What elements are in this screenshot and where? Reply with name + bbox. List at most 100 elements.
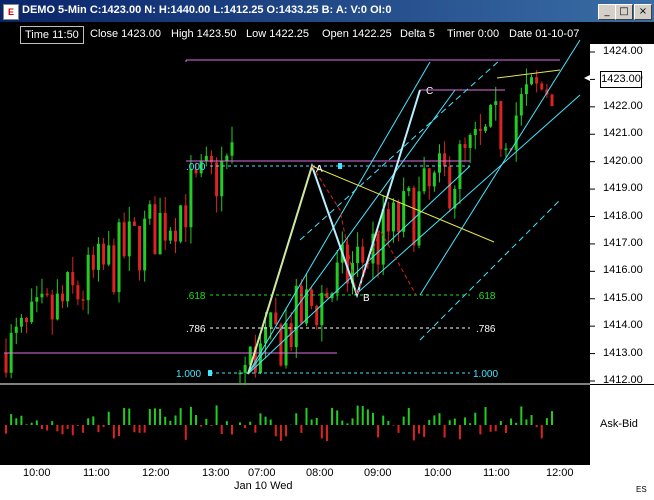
candle-body bbox=[243, 364, 247, 373]
candle-body bbox=[550, 94, 554, 107]
candle-body bbox=[391, 202, 395, 232]
candle-body bbox=[432, 172, 436, 187]
candle-body bbox=[86, 254, 90, 301]
candle-body bbox=[158, 212, 162, 255]
candle-body bbox=[19, 317, 23, 327]
ask-bid-bar bbox=[143, 425, 146, 433]
candle-body bbox=[448, 166, 452, 209]
candle-body bbox=[230, 142, 234, 156]
ask-bid-bar bbox=[474, 412, 477, 425]
time-tick-label: 12:00 bbox=[546, 467, 574, 479]
ask-bid-bar bbox=[361, 406, 364, 425]
red-dash-path bbox=[311, 165, 417, 297]
candle-body bbox=[215, 162, 219, 197]
candle-body bbox=[174, 230, 177, 242]
price-tick-label: 1421.00 bbox=[603, 127, 643, 140]
ask-bid-bar bbox=[545, 418, 548, 425]
ask-bid-bar bbox=[320, 425, 323, 439]
ask-bid-bar bbox=[412, 425, 415, 441]
price-tick-label: 1417.00 bbox=[603, 236, 643, 249]
ask-bid-bar bbox=[274, 425, 277, 437]
ask-bid-bar bbox=[392, 425, 395, 426]
ask-bid-bar bbox=[264, 416, 267, 425]
symbol-label: ES bbox=[636, 485, 647, 494]
ask-bid-bar bbox=[254, 425, 257, 433]
cyan-channel-line bbox=[247, 165, 471, 375]
candle-body bbox=[356, 246, 360, 264]
candle-body bbox=[168, 230, 172, 241]
ask-bid-bar bbox=[530, 415, 533, 425]
ask-bid-bar bbox=[458, 425, 461, 440]
ask-bid-bar bbox=[499, 421, 502, 425]
candle-body bbox=[96, 243, 100, 270]
candle-body bbox=[76, 285, 80, 300]
ask-bid-bar bbox=[169, 420, 172, 425]
candle-body bbox=[71, 272, 75, 286]
ask-bid-bar bbox=[315, 417, 318, 425]
ask-bid-bar bbox=[123, 408, 126, 425]
price-tick-label: 1419.00 bbox=[603, 182, 643, 195]
price-tick-label: 1412.00 bbox=[603, 374, 643, 386]
cyan-channel-line bbox=[419, 199, 561, 341]
candle-body bbox=[437, 153, 441, 173]
fib-618-left-label: .618 bbox=[186, 291, 206, 302]
ask-bid-bar bbox=[305, 407, 308, 425]
ask-bid-bar bbox=[66, 425, 69, 429]
candle-body bbox=[61, 293, 64, 302]
ask-bid-bar bbox=[382, 415, 385, 425]
candle-body bbox=[55, 293, 59, 320]
ask-bid-bar bbox=[148, 409, 151, 425]
candle-body bbox=[422, 168, 426, 192]
candle-body bbox=[4, 353, 8, 373]
candle-body bbox=[530, 77, 534, 85]
ask-bid-bar bbox=[107, 411, 110, 425]
price-tick-label: 1413.00 bbox=[603, 346, 643, 359]
chart-window: E DEMO 5-Min C:1423.00 N: H:1440.00 L:14… bbox=[0, 0, 654, 500]
fib-786-left-label: .786 bbox=[186, 324, 206, 335]
ask-bid-bar bbox=[128, 408, 131, 425]
ask-bid-bar bbox=[535, 425, 538, 428]
ask-bid-bar bbox=[489, 425, 492, 432]
ask-bid-bar bbox=[269, 419, 272, 425]
ask-bid-bar bbox=[484, 407, 487, 425]
ask-bid-bar bbox=[35, 420, 38, 425]
ask-bid-bar bbox=[341, 420, 344, 425]
ask-bid-bar bbox=[118, 425, 120, 437]
ask-bid-bar bbox=[244, 425, 247, 429]
ask-bid-bar bbox=[295, 413, 298, 425]
candle-body bbox=[463, 144, 467, 148]
ask-bid-bar bbox=[210, 425, 213, 426]
candle-body bbox=[325, 292, 329, 299]
label-a: A bbox=[316, 164, 323, 175]
ask-bid-bar bbox=[200, 425, 203, 427]
ask-bid-bar bbox=[443, 425, 446, 438]
ask-bid-bar bbox=[225, 421, 228, 425]
candle-body bbox=[117, 222, 121, 293]
time-tick-label: 10:00 bbox=[424, 467, 452, 479]
candle-body bbox=[427, 168, 431, 187]
ask-bid-bar bbox=[153, 408, 156, 425]
candle-body bbox=[402, 191, 406, 232]
ask-bid-bar bbox=[510, 418, 513, 425]
ask-bid-bar bbox=[387, 420, 390, 425]
ask-bid-bar bbox=[525, 419, 528, 425]
ask-bid-bar bbox=[469, 423, 472, 425]
ask-bid-bar bbox=[494, 425, 497, 432]
time-tick-label: 12:00 bbox=[142, 467, 170, 479]
ask-bid-bar bbox=[112, 425, 115, 439]
candle-body bbox=[504, 148, 508, 150]
candle-body bbox=[484, 126, 488, 131]
candle-body bbox=[519, 94, 523, 116]
fib-786-right-label: .786 bbox=[476, 324, 496, 335]
candle-body bbox=[35, 297, 39, 302]
candle-body bbox=[122, 222, 126, 257]
candle-body bbox=[284, 323, 288, 366]
ask-bid-bar bbox=[418, 425, 421, 434]
candle-body bbox=[407, 187, 411, 192]
ask-bid-bar bbox=[453, 418, 456, 425]
price-chart[interactable]: .000 .618 .618 .786 .786 1.000 1.000 A B C bbox=[0, 0, 654, 500]
candle-body bbox=[514, 115, 518, 150]
ask-bid-bar bbox=[20, 415, 23, 425]
ask-bid-bar bbox=[164, 416, 167, 425]
ask-bid-bar bbox=[377, 425, 380, 438]
